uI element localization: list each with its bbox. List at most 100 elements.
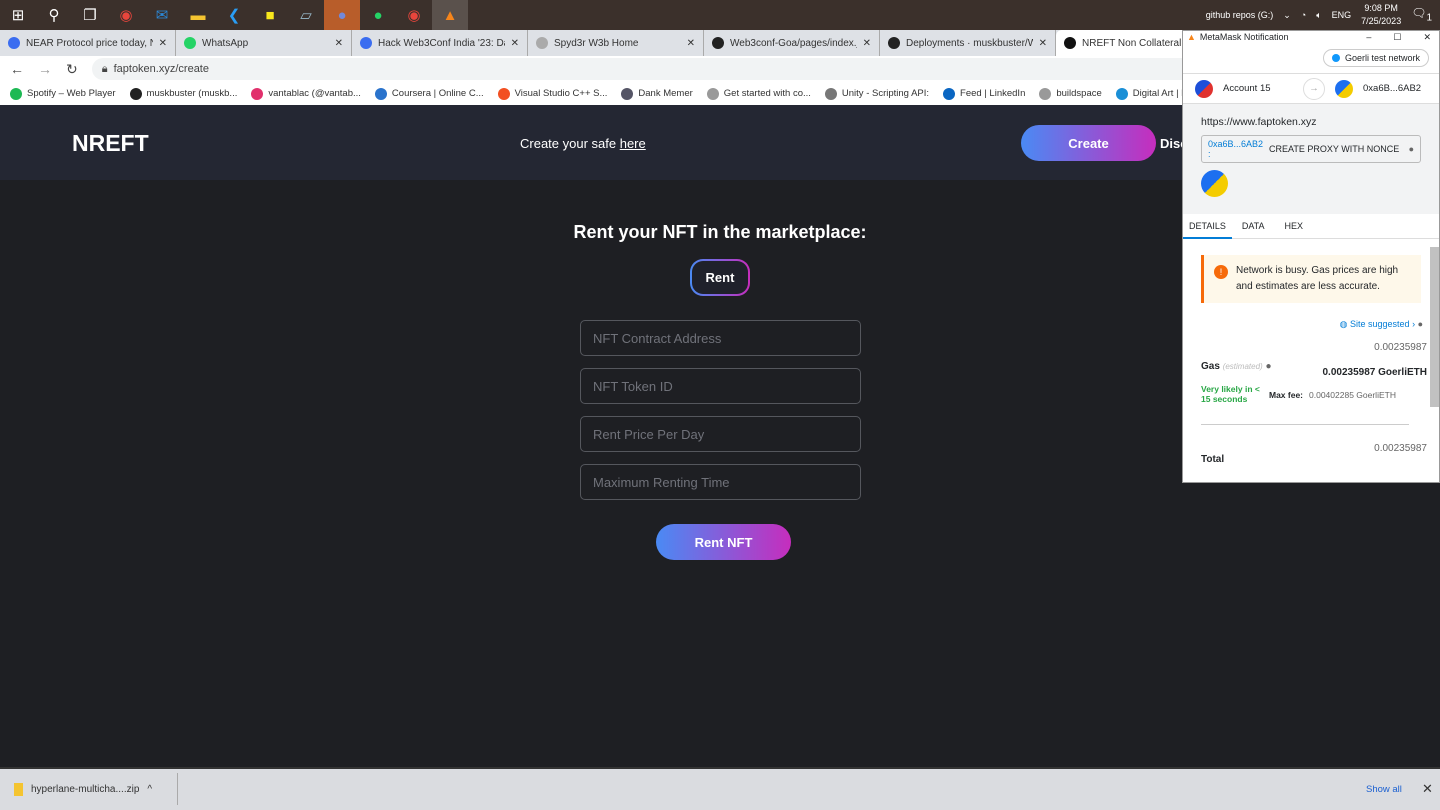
total-value: 0.00235987 — [1374, 443, 1427, 454]
account-row: Account 15 → 0xa6B...6AB2 — [1183, 74, 1439, 104]
chrome-profile-icon[interactable]: ◉ — [396, 0, 432, 30]
safe-link[interactable]: here — [620, 136, 646, 151]
notification-count: 1 — [1426, 12, 1432, 24]
bookmark-item[interactable]: buildspace — [1039, 87, 1102, 100]
back-icon[interactable]: ← — [10, 61, 24, 77]
search-icon[interactable]: ⚲ — [36, 0, 72, 30]
maximize-icon[interactable]: ☐ — [1393, 32, 1401, 43]
notepad-icon[interactable]: ▱ — [288, 0, 324, 30]
close-tab-icon[interactable]: ✕ — [159, 38, 167, 49]
browser-tab[interactable]: NEAR Protocol price today, NEAR ✕ — [0, 30, 176, 56]
reload-icon[interactable]: ↻ — [66, 61, 78, 78]
close-icon[interactable]: ✕ — [1422, 781, 1433, 797]
browser-tab[interactable]: Spyd3r W3b Home ✕ — [528, 30, 704, 56]
origin-url: https://www.faptoken.xyz — [1201, 116, 1317, 128]
mail-icon[interactable]: ✉ — [144, 0, 180, 30]
maximum-renting-time-input[interactable] — [580, 464, 861, 500]
windows-start-icon[interactable]: ⊞ — [0, 0, 36, 30]
forward-icon[interactable]: → — [38, 61, 52, 77]
nft-token-id-input[interactable] — [580, 368, 861, 404]
download-bar: hyperlane-multicha....zip ^ Show all ✕ — [0, 767, 1440, 810]
discord-icon[interactable]: ● — [324, 0, 360, 30]
tab-details[interactable]: DETAILS — [1183, 214, 1232, 239]
divider — [177, 773, 178, 805]
tab-data[interactable]: DATA — [1232, 221, 1275, 231]
tab-hex[interactable]: HEX — [1275, 221, 1314, 231]
close-tab-icon[interactable]: ✕ — [863, 38, 871, 49]
lang-indicator[interactable]: ENG — [1332, 10, 1352, 20]
bookmark-item[interactable]: Unity - Scripting API: — [824, 87, 929, 100]
gas-label: Gas — [1201, 361, 1220, 372]
contract-avatar — [1201, 170, 1228, 197]
metamask-fox-icon: ▲ — [1187, 32, 1196, 42]
network-selector[interactable]: Goerli test network — [1322, 49, 1429, 67]
bookmark-favicon — [251, 87, 264, 100]
arrow-right-icon: → — [1303, 77, 1325, 100]
site-logo[interactable]: NREFT — [72, 130, 149, 157]
drive-label[interactable]: github repos (G:) — [1206, 10, 1274, 20]
gas-estimated: (estimated) — [1222, 362, 1263, 371]
chevron-up-icon[interactable]: ⌄ — [1283, 10, 1291, 21]
metamask-icon[interactable]: ▲ — [432, 0, 468, 30]
vscode-icon[interactable]: ❮ — [216, 0, 252, 30]
notification-icon[interactable]: 🗨︎1 — [1411, 6, 1432, 23]
url-text: faptoken.xyz/create — [113, 63, 209, 75]
bookmark-item[interactable]: Coursera | Online C... — [374, 87, 484, 100]
bookmark-item[interactable]: Dank Memer — [621, 87, 693, 100]
bookmark-item[interactable]: vantablac (@vantab... — [251, 87, 361, 100]
rent-nft-button[interactable]: Rent NFT — [656, 524, 791, 560]
metamask-popup: ▲ MetaMask Notification – ☐ ✕ Goerli test n… — [1182, 30, 1440, 483]
chevron-up-icon[interactable]: ^ — [147, 784, 152, 795]
tab-favicon — [8, 37, 20, 49]
scrollbar[interactable] — [1430, 247, 1439, 407]
minimize-icon[interactable]: – — [1366, 32, 1371, 43]
clock[interactable]: 9:08 PM 7/25/2023 — [1361, 2, 1401, 28]
bookmark-favicon — [1115, 87, 1128, 100]
show-all-link[interactable]: Show all — [1366, 784, 1402, 795]
url-field[interactable]: 🔒︎ faptoken.xyz/create — [91, 58, 1192, 80]
contract-method-box[interactable]: 0xa6B...6AB2: CREATE PROXY WITH NONCE ● — [1201, 135, 1421, 163]
close-tab-icon[interactable]: ✕ — [687, 38, 695, 49]
bookmark-item[interactable]: Feed | LinkedIn — [943, 87, 1025, 100]
whatsapp-icon[interactable]: ● — [360, 0, 396, 30]
close-icon[interactable]: ✕ — [1423, 32, 1431, 43]
account-avatar — [1195, 79, 1213, 98]
likely-time: Very likely in < 15 seconds — [1201, 384, 1260, 404]
close-tab-icon[interactable]: ✕ — [335, 38, 343, 49]
download-filename: hyperlane-multicha....zip — [31, 783, 140, 795]
volume-icon[interactable]: 🔈︎ — [1316, 10, 1321, 21]
browser-tab[interactable]: Hack Web3Conf India '23: Dashb ✕ — [352, 30, 528, 56]
bookmark-item[interactable]: Spotify – Web Player — [10, 87, 116, 100]
network-busy-warning: ! Network is busy. Gas prices are high a… — [1201, 255, 1421, 303]
time: 9:08 PM — [1364, 3, 1398, 13]
lock-icon[interactable]: 🔒︎ — [102, 63, 108, 76]
close-tab-icon[interactable]: ✕ — [1039, 38, 1047, 49]
system-tray: github repos (G:) ⌄ ◔ 🔈︎ ENG 9:08 PM 7/25… — [1206, 0, 1440, 30]
site-suggested-link[interactable]: ◍ Site suggested › ● — [1183, 303, 1439, 330]
bookmark-item[interactable]: muskbuster (muskb... — [129, 87, 237, 100]
nft-contract-address-input[interactable] — [580, 320, 861, 356]
browser-tab[interactable]: Web3conf-Goa/pages/index.jsx ✕ — [704, 30, 880, 56]
bookmark-item[interactable]: Visual Studio C++ S... — [497, 87, 607, 100]
download-item[interactable]: hyperlane-multicha....zip ^ — [14, 779, 152, 799]
chrome-icon[interactable]: ◉ — [108, 0, 144, 30]
bookmark-item[interactable]: Get started with co... — [706, 87, 811, 100]
bookmark-favicon — [129, 87, 142, 100]
rent-toggle-button[interactable]: Rent — [690, 259, 750, 296]
tab-title: Hack Web3Conf India '23: Dashb — [378, 37, 505, 49]
create-button[interactable]: Create — [1021, 125, 1156, 161]
sticky-notes-icon[interactable]: ■ — [252, 0, 288, 30]
tab-title: Spyd3r W3b Home — [554, 37, 639, 49]
task-view-icon[interactable]: ❐ — [72, 0, 108, 30]
wifi-icon[interactable]: ◔ — [1301, 10, 1306, 20]
warning-text: Network is busy. Gas prices are high and… — [1236, 265, 1399, 292]
rent-price-per-day-input[interactable] — [580, 416, 861, 452]
browser-tab[interactable]: WhatsApp ✕ — [176, 30, 352, 56]
close-tab-icon[interactable]: ✕ — [511, 38, 519, 49]
date: 7/25/2023 — [1361, 16, 1402, 26]
network-dot-icon — [1331, 54, 1340, 62]
tab-title: WhatsApp — [202, 37, 249, 49]
tab-favicon — [184, 37, 196, 49]
browser-tab[interactable]: Deployments · muskbuster/Web ✕ — [880, 30, 1056, 56]
file-explorer-icon[interactable]: ▬ — [180, 0, 216, 30]
